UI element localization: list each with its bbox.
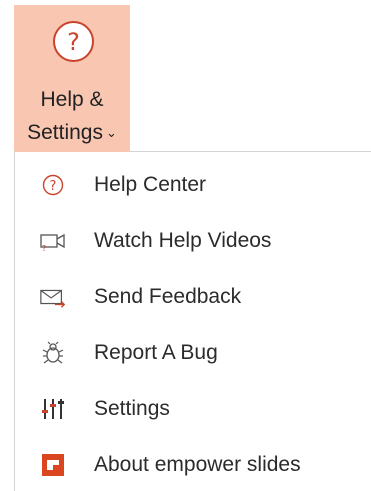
help-circle-icon: ? (53, 21, 94, 62)
sliders-icon (39, 395, 67, 423)
chevron-down-icon: ⌄ (105, 125, 117, 140)
bug-icon (39, 339, 67, 367)
menu-item-report-a-bug[interactable]: Report A Bug (15, 327, 370, 379)
ribbon-label-line2: Settings ⌄ (14, 121, 130, 145)
svg-text:?: ? (50, 179, 57, 194)
menu-item-send-feedback[interactable]: Send Feedback (15, 271, 370, 323)
help-settings-ui: ? Help & Settings ⌄ ? Help Center ? Watc… (0, 0, 371, 491)
menu-item-help-center[interactable]: ? Help Center (15, 159, 370, 211)
empower-logo-icon (39, 451, 67, 479)
menu-item-settings[interactable]: Settings (15, 383, 370, 435)
help-settings-menu: ? Help Center ? Watch Help Videos Send F… (14, 151, 371, 491)
svg-text:?: ? (42, 244, 46, 252)
ribbon-label-settings: Settings (27, 121, 103, 144)
menu-item-watch-help-videos[interactable]: ? Watch Help Videos (15, 215, 370, 267)
envelope-arrow-icon (39, 283, 67, 311)
menu-item-label: Send Feedback (94, 285, 242, 308)
menu-item-label: Report A Bug (94, 341, 218, 364)
menu-item-label: Watch Help Videos (94, 229, 272, 252)
menu-item-label: Settings (94, 397, 170, 420)
menu-top-connector (15, 151, 130, 152)
menu-item-label: Help Center (94, 173, 207, 196)
help-icon-glyph: ? (67, 27, 80, 56)
ribbon-label-line1: Help & (40, 88, 104, 111)
help-settings-ribbon-button[interactable]: ? Help & Settings ⌄ (14, 5, 130, 151)
menu-item-about[interactable]: About empower slides (15, 439, 370, 491)
help-circle-icon: ? (39, 171, 67, 199)
video-camera-icon: ? (39, 227, 67, 255)
menu-item-label: About empower slides (94, 453, 301, 476)
